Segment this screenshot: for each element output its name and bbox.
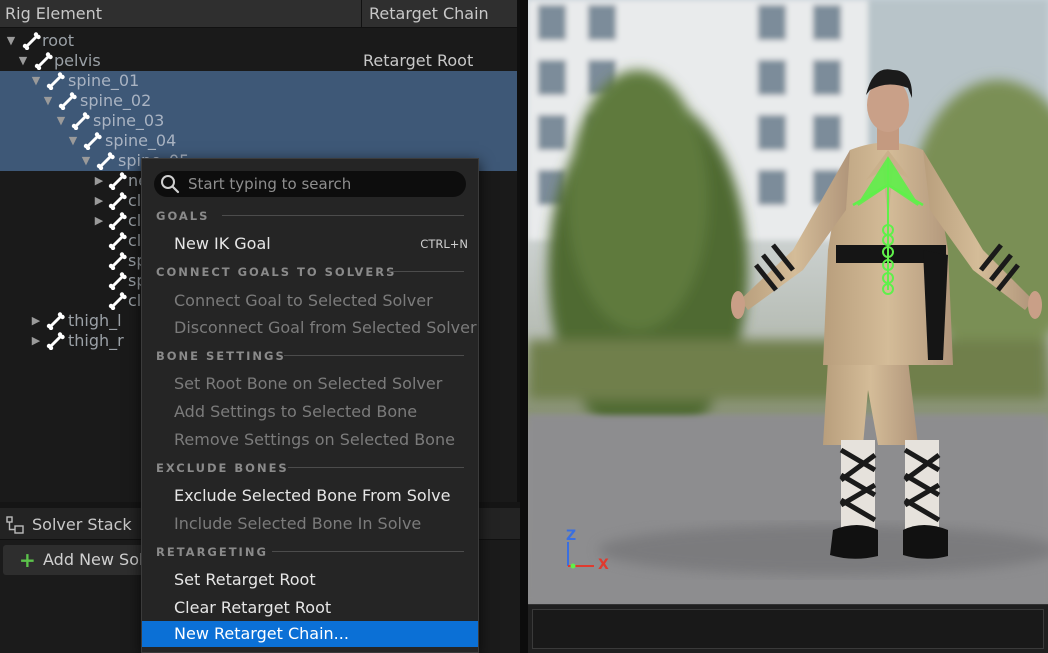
menu-item-label: Clear Retarget Root xyxy=(174,598,332,617)
menu-item-set-root-bone[interactable]: Set Root Bone on Selected Solver xyxy=(142,371,478,397)
tree-row[interactable]: ▼ spine_03 xyxy=(0,111,517,131)
menu-item-include-bone[interactable]: Include Selected Bone In Solve xyxy=(142,511,478,537)
axis-x-label: X xyxy=(598,557,609,573)
menu-item-label: New IK Goal xyxy=(174,234,271,253)
tree-row-label: spine_01 xyxy=(68,71,140,90)
bone-icon xyxy=(108,232,127,250)
tree-row-label: spine_04 xyxy=(105,131,177,150)
section-header-connect: CONNECT GOALS TO SOLVERS xyxy=(156,265,397,279)
menu-item-connect-goal[interactable]: Connect Goal to Selected Solver xyxy=(142,288,478,314)
shortcut-label: CTRL+N xyxy=(420,237,468,251)
bone-icon xyxy=(58,92,77,110)
bone-icon xyxy=(108,292,127,310)
menu-item-new-ik-goal[interactable]: New IK Goal CTRL+N xyxy=(142,231,478,257)
context-menu: GOALS New IK Goal CTRL+N CONNECT GOALS T… xyxy=(141,158,479,653)
retarget-chain-value: Retarget Root xyxy=(363,51,474,70)
expand-arrow-icon[interactable]: ▶ xyxy=(30,331,42,351)
bone-icon xyxy=(46,332,65,350)
search-icon xyxy=(161,175,180,194)
bone-icon xyxy=(96,152,115,170)
tree-row-label: root xyxy=(42,31,75,50)
collapse-arrow-icon[interactable]: ▼ xyxy=(30,71,42,91)
menu-item-label: Include Selected Bone In Solve xyxy=(174,514,422,533)
section-header-goals: GOALS xyxy=(156,209,210,223)
menu-item-label: Exclude Selected Bone From Solve xyxy=(174,486,451,505)
viewport[interactable]: Z X xyxy=(528,0,1048,604)
bone-icon xyxy=(46,72,65,90)
tree-row-label: thigh_r xyxy=(68,331,124,350)
hierarchy-header: Rig Element Retarget Chain xyxy=(0,0,520,28)
tree-row-label: spine_03 xyxy=(93,111,165,130)
bone-icon xyxy=(71,112,90,130)
collapse-arrow-icon[interactable]: ▼ xyxy=(80,151,92,171)
menu-item-new-retarget-chain[interactable]: New Retarget Chain... xyxy=(142,621,478,647)
tree-row-label: thigh_l xyxy=(68,311,122,330)
menu-item-label: Set Retarget Root xyxy=(174,570,316,589)
axis-z-label: Z xyxy=(566,528,577,544)
menu-item-set-retarget-root[interactable]: Set Retarget Root xyxy=(142,567,478,593)
menu-item-exclude-bone[interactable]: Exclude Selected Bone From Solve xyxy=(142,483,478,509)
bone-icon xyxy=(108,272,127,290)
tree-row-label: cl xyxy=(128,211,142,230)
tree-row[interactable]: ▼ spine_02 xyxy=(0,91,517,111)
menu-item-label: Connect Goal to Selected Solver xyxy=(174,291,433,310)
tree-row[interactable]: ▼ pelvis Retarget Root xyxy=(0,51,517,71)
collapse-arrow-icon[interactable]: ▼ xyxy=(5,31,17,51)
section-divider xyxy=(272,551,464,552)
bone-icon xyxy=(108,172,127,190)
panel-splitter[interactable] xyxy=(520,0,528,653)
bone-icon xyxy=(22,32,41,50)
tree-row-label: pelvis xyxy=(54,51,101,70)
section-divider xyxy=(288,467,464,468)
section-header-retargeting: RETARGETING xyxy=(156,545,268,559)
section-header-bone-settings: BONE SETTINGS xyxy=(156,349,286,363)
viewport-scene xyxy=(528,0,1048,604)
bone-icon xyxy=(108,212,127,230)
menu-item-add-settings[interactable]: Add Settings to Selected Bone xyxy=(142,399,478,425)
menu-item-label: Set Root Bone on Selected Solver xyxy=(174,374,443,393)
viewport-bottom-bar xyxy=(528,604,1048,653)
solver-stack-title: Solver Stack xyxy=(32,515,132,534)
tree-row[interactable]: ▼ spine_04 xyxy=(0,131,517,151)
tree-row-label: cl xyxy=(128,291,142,310)
bone-icon xyxy=(108,252,127,270)
tree-row-label: cl xyxy=(128,191,142,210)
bone-icon xyxy=(83,132,102,150)
viewport-bottom-field[interactable] xyxy=(532,609,1044,649)
section-divider xyxy=(222,215,464,216)
collapse-arrow-icon[interactable]: ▼ xyxy=(67,131,79,151)
collapse-arrow-icon[interactable]: ▼ xyxy=(17,51,29,71)
solver-stack-icon xyxy=(6,516,24,534)
expand-arrow-icon[interactable]: ▶ xyxy=(93,211,105,231)
menu-search[interactable] xyxy=(154,171,466,197)
bone-icon xyxy=(108,192,127,210)
menu-item-remove-settings[interactable]: Remove Settings on Selected Bone xyxy=(142,427,478,453)
collapse-arrow-icon[interactable]: ▼ xyxy=(42,91,54,111)
tree-row-label: cl xyxy=(128,231,142,250)
section-divider xyxy=(284,355,464,356)
column-header-retarget-chain[interactable]: Retarget Chain xyxy=(364,0,518,28)
tree-row[interactable]: ▼ root xyxy=(0,31,517,51)
menu-item-label: New Retarget Chain... xyxy=(174,624,349,643)
add-new-solver-label: Add New Sol xyxy=(43,550,144,569)
menu-item-label: Add Settings to Selected Bone xyxy=(174,402,418,421)
menu-item-disconnect-goal[interactable]: Disconnect Goal from Selected Solver xyxy=(142,315,478,341)
menu-item-label: Remove Settings on Selected Bone xyxy=(174,430,455,449)
menu-item-clear-retarget-root[interactable]: Clear Retarget Root xyxy=(142,595,478,621)
tree-row[interactable]: ▼ spine_01 xyxy=(0,71,517,91)
menu-item-label: Disconnect Goal from Selected Solver xyxy=(174,318,477,337)
plus-icon: + xyxy=(19,548,36,572)
search-input[interactable] xyxy=(188,173,458,195)
section-header-exclude: EXCLUDE BONES xyxy=(156,461,289,475)
tree-row-label: spine_02 xyxy=(80,91,152,110)
expand-arrow-icon[interactable]: ▶ xyxy=(30,311,42,331)
section-divider xyxy=(388,271,464,272)
column-header-rig-element[interactable]: Rig Element xyxy=(0,0,362,28)
collapse-arrow-icon[interactable]: ▼ xyxy=(55,111,67,131)
bone-icon xyxy=(34,52,53,70)
expand-arrow-icon[interactable]: ▶ xyxy=(93,191,105,211)
bone-icon xyxy=(46,312,65,330)
expand-arrow-icon[interactable]: ▶ xyxy=(93,171,105,191)
